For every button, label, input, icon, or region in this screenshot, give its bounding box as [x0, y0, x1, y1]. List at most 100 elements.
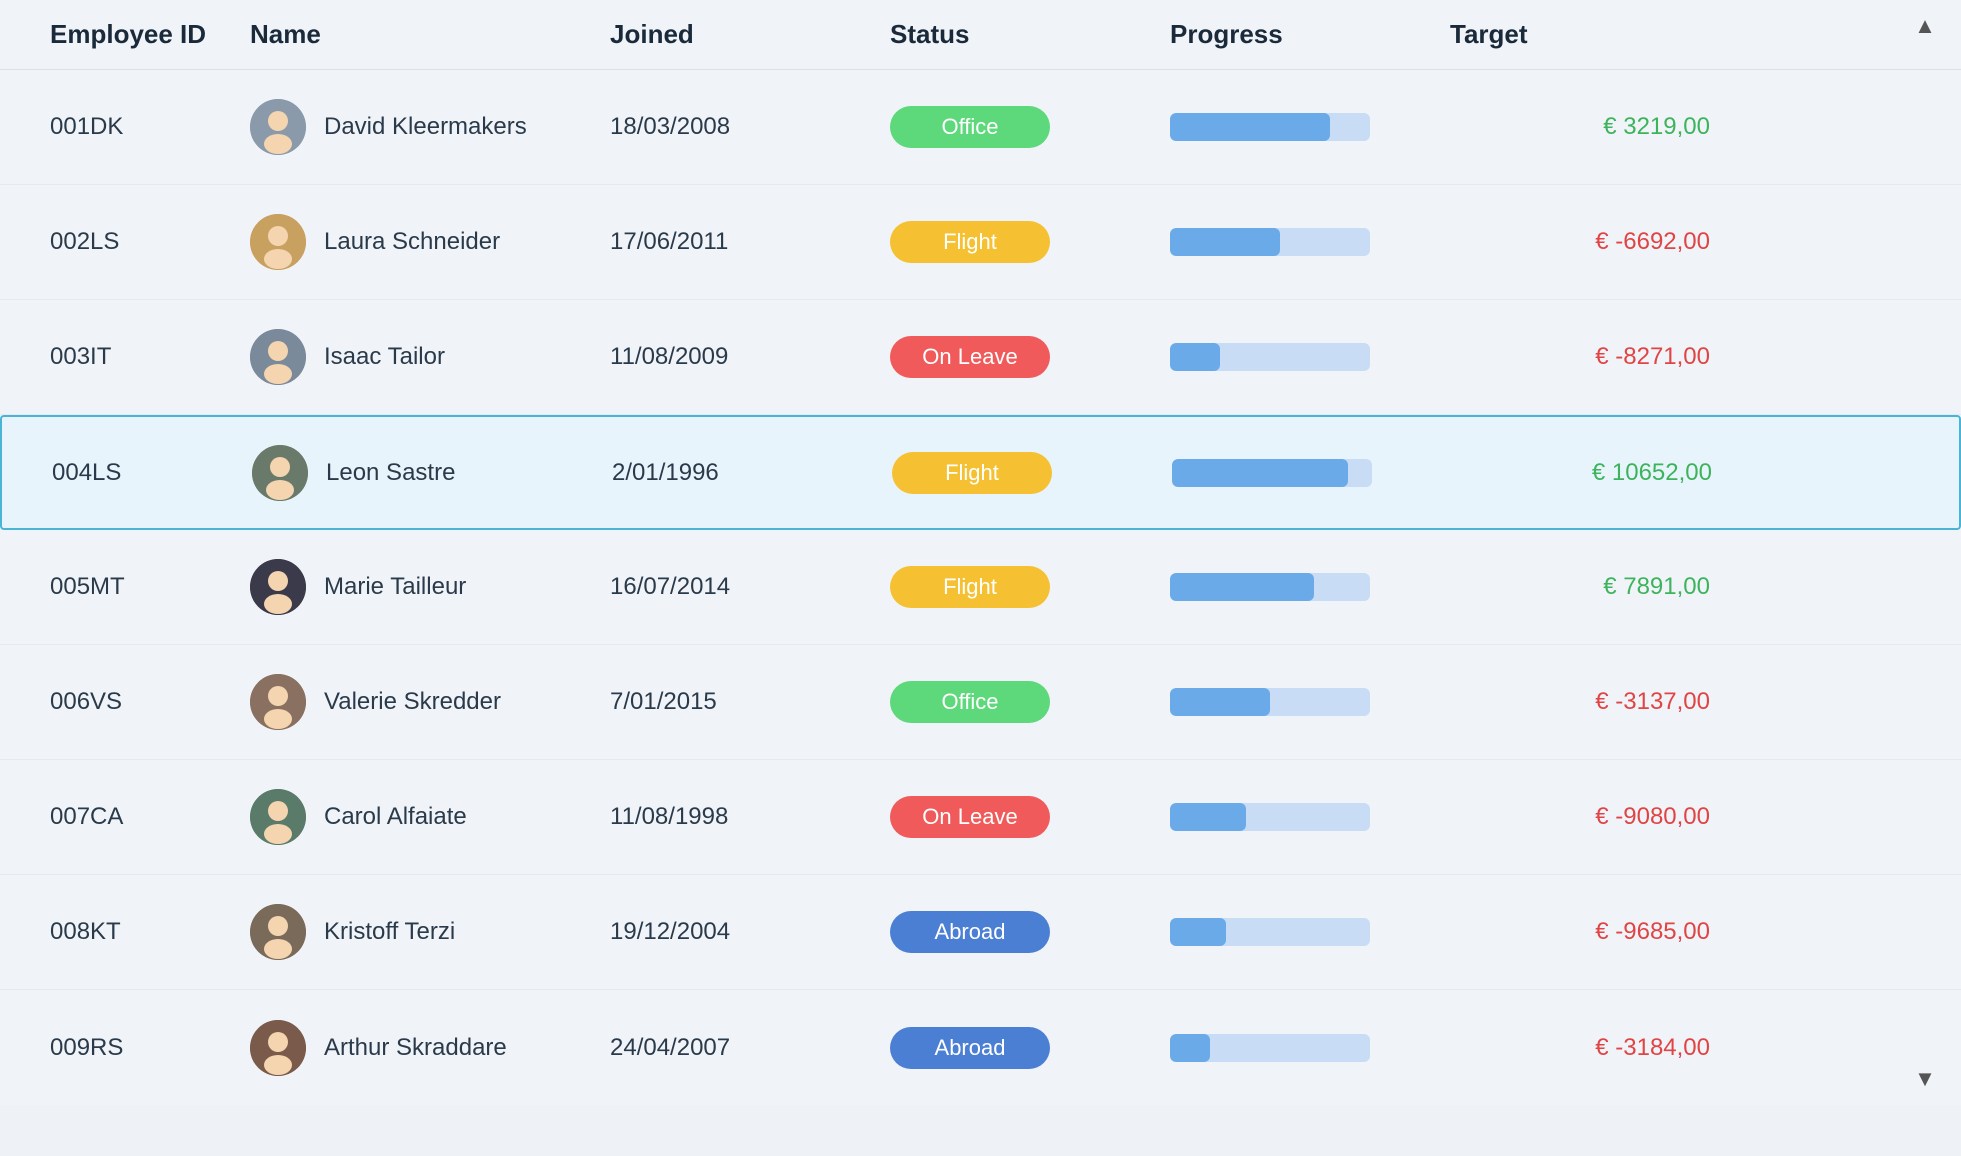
- employee-name: Arthur Skraddare: [324, 1034, 507, 1062]
- header-cell-target: Target: [1440, 19, 1720, 50]
- employee-name: David Kleermakers: [324, 113, 527, 141]
- header-cell-status: Status: [880, 19, 1160, 50]
- status-cell: On Leave: [880, 796, 1160, 838]
- joined-date: 18/03/2008: [600, 113, 880, 141]
- avatar: [250, 674, 306, 730]
- progress-bar-fill: [1170, 343, 1220, 371]
- table-row[interactable]: 005MT Marie Tailleur16/07/2014Flight€ 78…: [0, 530, 1961, 645]
- progress-bar-container: [1170, 688, 1370, 716]
- status-badge: Flight: [892, 452, 1052, 494]
- header-cell-employee-id: Employee ID: [40, 19, 240, 50]
- employee-name-cell: Valerie Skredder: [240, 674, 600, 730]
- progress-bar-fill: [1170, 113, 1330, 141]
- progress-cell: [1160, 573, 1440, 601]
- status-cell: Flight: [880, 566, 1160, 608]
- scroll-down-button[interactable]: ▼: [1907, 1061, 1943, 1097]
- progress-bar-fill: [1170, 918, 1226, 946]
- employee-table: ▲ Employee IDNameJoinedStatusProgressTar…: [0, 0, 1961, 1105]
- employee-id: 008KT: [40, 918, 240, 946]
- status-badge: Abroad: [890, 911, 1050, 953]
- avatar: [250, 1020, 306, 1076]
- employee-name-cell: David Kleermakers: [240, 99, 600, 155]
- employee-name: Carol Alfaiate: [324, 803, 467, 831]
- avatar: [250, 99, 306, 155]
- table-row[interactable]: 003IT Isaac Tailor 11/08/2009 On Leave € -8…: [0, 300, 1961, 415]
- employee-name-cell: Arthur Skraddare: [240, 1020, 600, 1076]
- employee-name: Kristoff Terzi: [324, 918, 455, 946]
- employee-name-cell: Leon Sastre: [242, 445, 602, 501]
- employee-name: Marie Tailleur: [324, 573, 466, 601]
- progress-bar-container: [1172, 459, 1372, 487]
- employee-name: Leon Sastre: [326, 459, 455, 487]
- status-badge: Abroad: [890, 1027, 1050, 1069]
- progress-bar-fill: [1170, 688, 1270, 716]
- joined-date: 24/04/2007: [600, 1034, 880, 1062]
- target-value: € -9080,00: [1440, 803, 1720, 831]
- employee-name-cell: Laura Schneider: [240, 214, 600, 270]
- header-cell-joined: Joined: [600, 19, 880, 50]
- avatar: [250, 329, 306, 385]
- header-cell-name: Name: [240, 19, 600, 50]
- employee-id: 004LS: [42, 459, 242, 487]
- progress-bar-fill: [1170, 228, 1280, 256]
- employee-id: 002LS: [40, 228, 240, 256]
- status-badge: Office: [890, 681, 1050, 723]
- target-value: € -8271,00: [1440, 343, 1720, 371]
- joined-date: 2/01/1996: [602, 459, 882, 487]
- employee-name-cell: Marie Tailleur: [240, 559, 600, 615]
- progress-bar-container: [1170, 343, 1370, 371]
- employee-id: 005MT: [40, 573, 240, 601]
- status-cell: Office: [880, 106, 1160, 148]
- target-value: € -3184,00: [1440, 1034, 1720, 1062]
- target-value: € -3137,00: [1440, 688, 1720, 716]
- status-badge: On Leave: [890, 796, 1050, 838]
- employee-name-cell: Isaac Tailor: [240, 329, 600, 385]
- status-badge: Office: [890, 106, 1050, 148]
- status-badge: Flight: [890, 221, 1050, 263]
- joined-date: 11/08/2009: [600, 343, 880, 371]
- employee-name: Valerie Skredder: [324, 688, 501, 716]
- progress-cell: [1160, 228, 1440, 256]
- employee-name-cell: Carol Alfaiate: [240, 789, 600, 845]
- joined-date: 11/08/1998: [600, 803, 880, 831]
- avatar: [250, 214, 306, 270]
- status-badge: Flight: [890, 566, 1050, 608]
- progress-cell: [1160, 918, 1440, 946]
- employee-id: 009RS: [40, 1034, 240, 1062]
- table-row[interactable]: 009RS Arthur Skraddare 24/04/2007 Abroad € …: [0, 990, 1961, 1105]
- progress-bar-container: [1170, 918, 1370, 946]
- chevron-down-icon: ▼: [1914, 1066, 1936, 1092]
- status-badge: On Leave: [890, 336, 1050, 378]
- employee-id: 003IT: [40, 343, 240, 371]
- progress-bar-container: [1170, 113, 1370, 141]
- table-row[interactable]: 008KT Kristoff Terzi19/12/2004Abroad€ -9…: [0, 875, 1961, 990]
- avatar: [250, 789, 306, 845]
- table-row[interactable]: 002LS Laura Schneider17/06/2011Flight€ -…: [0, 185, 1961, 300]
- target-value: € 7891,00: [1440, 573, 1720, 601]
- table-row[interactable]: 001DK David Kleermakers18/03/2008Office€…: [0, 70, 1961, 185]
- progress-bar-container: [1170, 803, 1370, 831]
- progress-cell: [1160, 1034, 1440, 1062]
- employee-name: Laura Schneider: [324, 228, 500, 256]
- progress-bar-container: [1170, 1034, 1370, 1062]
- status-cell: Abroad: [880, 1027, 1160, 1069]
- table-row[interactable]: 006VS Valerie Skredder7/01/2015Office€ -…: [0, 645, 1961, 760]
- progress-cell: [1160, 688, 1440, 716]
- employee-name: Isaac Tailor: [324, 343, 445, 371]
- status-cell: Abroad: [880, 911, 1160, 953]
- progress-cell: [1160, 343, 1440, 371]
- table-row[interactable]: 007CA Carol Alfaiate11/08/1998On Leave€ …: [0, 760, 1961, 875]
- progress-bar-container: [1170, 228, 1370, 256]
- employee-name-cell: Kristoff Terzi: [240, 904, 600, 960]
- joined-date: 7/01/2015: [600, 688, 880, 716]
- status-cell: On Leave: [880, 336, 1160, 378]
- avatar: [250, 904, 306, 960]
- target-value: € 10652,00: [1442, 459, 1722, 487]
- joined-date: 19/12/2004: [600, 918, 880, 946]
- progress-cell: [1162, 459, 1442, 487]
- status-cell: Flight: [880, 221, 1160, 263]
- table-row[interactable]: 004LS Leon Sastre 2/01/1996 Flight € 10652,…: [0, 415, 1961, 530]
- progress-bar-fill: [1172, 459, 1348, 487]
- table-header: Employee IDNameJoinedStatusProgressTarge…: [0, 0, 1961, 70]
- scroll-up-button[interactable]: ▲: [1907, 8, 1943, 44]
